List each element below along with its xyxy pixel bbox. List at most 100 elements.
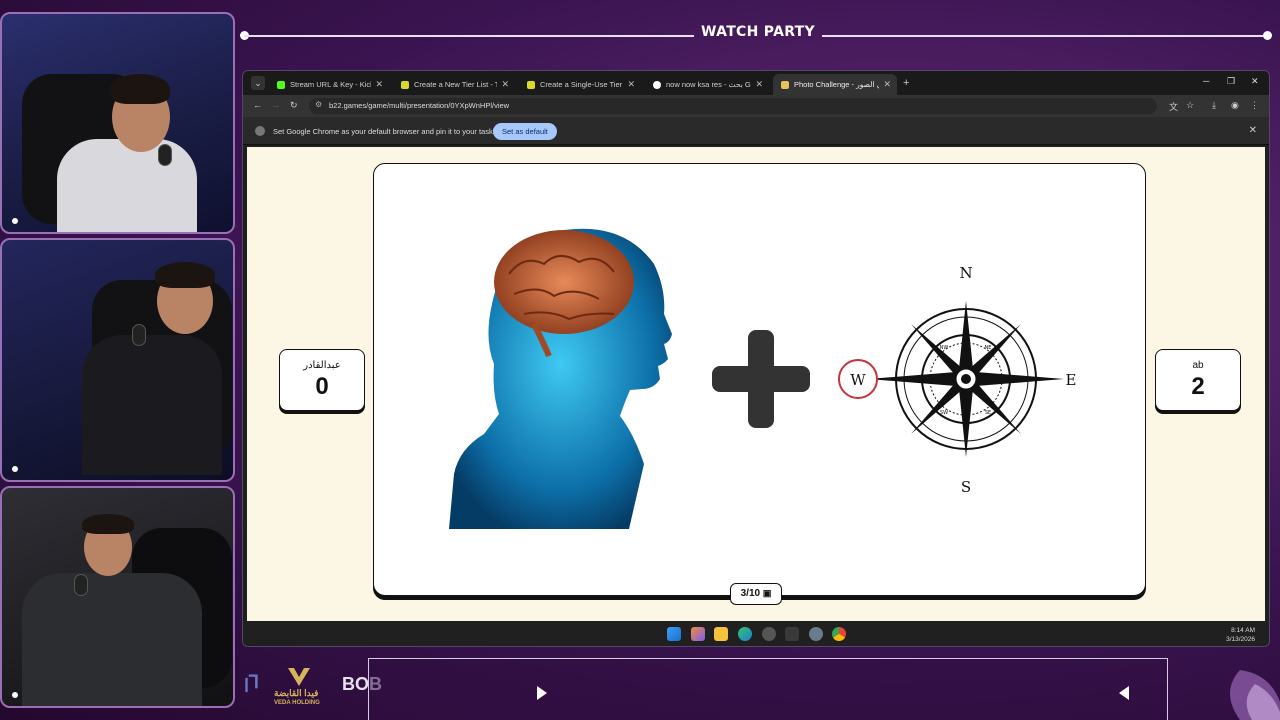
- cam-dot: [12, 466, 18, 472]
- close-icon[interactable]: ✕: [755, 79, 763, 90]
- infobar-close-icon[interactable]: ✕: [1249, 125, 1257, 136]
- tab-google-search[interactable]: now now ksa res - بحث Google ✕: [645, 74, 769, 95]
- puzzle-card: N S E NE NW SE SW W: [373, 163, 1146, 596]
- left-player-name: عبدالقادر: [303, 360, 341, 371]
- infobar-message: Set Google Chrome as your default browse…: [273, 127, 504, 136]
- clock-time: 8:14 AM: [1231, 627, 1255, 634]
- close-icon[interactable]: ✕: [883, 79, 891, 90]
- compass-east: E: [1066, 371, 1077, 389]
- edge-icon[interactable]: [738, 627, 752, 641]
- google-icon: [653, 80, 661, 89]
- obs-icon[interactable]: [762, 627, 776, 641]
- translate-icon[interactable]: 文: [1169, 100, 1178, 113]
- settings-gear-icon[interactable]: [809, 627, 823, 641]
- chrome-icon: [255, 126, 265, 136]
- person-body: [22, 573, 202, 706]
- default-browser-infobar: Set Google Chrome as your default browse…: [243, 117, 1269, 145]
- tab-label: Photo Challenge - تحدي الصور -: [794, 80, 879, 89]
- image-icon: ▣: [762, 588, 772, 598]
- tab-label: Stream URL & Key - Kick Dashb: [290, 80, 371, 89]
- webcam-3: [0, 486, 235, 708]
- tab-kick[interactable]: Stream URL & Key - Kick Dashb ✕: [269, 74, 389, 95]
- compass-icon: N S E NE NW SE SW W: [838, 264, 1077, 496]
- human-head-icon: [449, 228, 672, 529]
- tab-label: now now ksa res - بحث Google: [666, 80, 751, 89]
- cam-dot: [12, 692, 18, 698]
- close-icon[interactable]: ✕: [627, 79, 635, 90]
- microphone-icon: [158, 144, 172, 166]
- tab-tiermaker-new[interactable]: Create a New Tier List - TierMa ✕: [393, 74, 515, 95]
- right-player-name: ab: [1192, 360, 1204, 371]
- play-right-icon[interactable]: [537, 686, 547, 700]
- browser-window: ⌄ Stream URL & Key - Kick Dashb ✕ Create…: [242, 70, 1270, 647]
- right-player-score: 2: [1191, 373, 1205, 400]
- more-menu-icon[interactable]: ⋮: [1250, 100, 1259, 111]
- plus-icon: [712, 330, 810, 428]
- maximize-icon[interactable]: ❐: [1227, 76, 1235, 87]
- tab-tiermaker-single[interactable]: Create a Single-Use Tier List (F ✕: [519, 74, 641, 95]
- download-icon[interactable]: ⤓: [1212, 100, 1216, 111]
- veda-name-ar: فيدا القابضة: [274, 688, 319, 698]
- terminal-icon[interactable]: [785, 627, 799, 641]
- compass-sw: SW: [940, 410, 948, 416]
- webcam-2: [0, 238, 235, 482]
- channel-logo-icon: [1230, 670, 1280, 720]
- right-player-score-card: ab 2: [1155, 349, 1241, 411]
- microphone-icon: [74, 574, 88, 596]
- microphone-icon: [132, 324, 146, 346]
- compass-west: W: [850, 371, 866, 389]
- left-player-score-card: عبدالقادر 0: [279, 349, 365, 411]
- media-frame: [368, 658, 1168, 720]
- compass-se: SE: [985, 410, 991, 416]
- tab-photo-challenge[interactable]: Photo Challenge - تحدي الصور - ✕: [773, 74, 897, 95]
- bookmark-star-icon[interactable]: ☆: [1186, 100, 1194, 111]
- chrome-taskbar-icon[interactable]: [832, 627, 846, 641]
- close-icon[interactable]: ✕: [501, 79, 509, 90]
- hair: [110, 74, 170, 104]
- back-icon[interactable]: ←: [253, 100, 262, 110]
- compass-ne: NE: [985, 345, 992, 351]
- minimize-icon[interactable]: ─: [1203, 76, 1209, 86]
- tab-label: Create a Single-Use Tier List (F: [540, 80, 623, 89]
- play-left-icon[interactable]: [1119, 686, 1129, 700]
- compass-south: S: [961, 478, 971, 496]
- tiermaker-icon: [527, 80, 535, 89]
- sponsor-logo-icon: ꞁꞀ: [244, 672, 260, 692]
- person-body: [82, 335, 222, 475]
- forward-icon[interactable]: →: [271, 100, 280, 110]
- file-explorer-icon[interactable]: [714, 627, 728, 641]
- site-info-icon[interactable]: ⚙: [315, 100, 322, 109]
- reload-icon[interactable]: ↻: [290, 100, 298, 111]
- person-body: [57, 139, 197, 232]
- cam-dot: [12, 218, 18, 224]
- window-close-icon[interactable]: ✕: [1251, 76, 1259, 87]
- hair: [155, 262, 215, 288]
- tiermaker-icon: [401, 80, 409, 89]
- tab-search-button[interactable]: ⌄: [251, 76, 265, 90]
- compass-north: N: [959, 264, 972, 282]
- b22-icon: [781, 80, 789, 89]
- hair: [82, 514, 134, 534]
- url-field[interactable]: ⚙ b22.games/game/multi/presentation/0YXp…: [309, 98, 1157, 114]
- header-line-left: [244, 35, 694, 37]
- profile-icon[interactable]: ◉: [1231, 100, 1239, 111]
- clock-date: 3/13/2026: [1226, 636, 1255, 643]
- watch-party-title: WATCH PARTY: [701, 24, 815, 40]
- sponsor-strip: ꞁꞀ فيدا القابضة VEDA HOLDING BOB: [240, 660, 382, 720]
- clock[interactable]: 8:14 AM 3/13/2026: [1226, 626, 1255, 644]
- game-page: عبدالقادر 0 N S E NE NW SE SW W ab 2 3/1…: [247, 147, 1265, 621]
- kick-icon: [277, 80, 285, 89]
- windows-start-icon[interactable]: [667, 627, 681, 641]
- left-player-score: 0: [315, 373, 329, 400]
- close-icon[interactable]: ✕: [375, 79, 383, 90]
- tab-strip: ⌄ Stream URL & Key - Kick Dashb ✕ Create…: [243, 71, 1269, 95]
- set-as-default-button[interactable]: Set as default: [493, 123, 557, 140]
- new-tab-button[interactable]: +: [903, 77, 909, 89]
- question-counter: 3/10 ▣: [730, 583, 782, 605]
- header-line-right: [822, 35, 1267, 37]
- copilot-icon[interactable]: [691, 627, 705, 641]
- compass-nw: NW: [940, 345, 949, 351]
- veda-logo-icon: [288, 668, 310, 686]
- header-dot-right: [1263, 31, 1272, 40]
- question-counter-text: 3/10: [740, 588, 761, 599]
